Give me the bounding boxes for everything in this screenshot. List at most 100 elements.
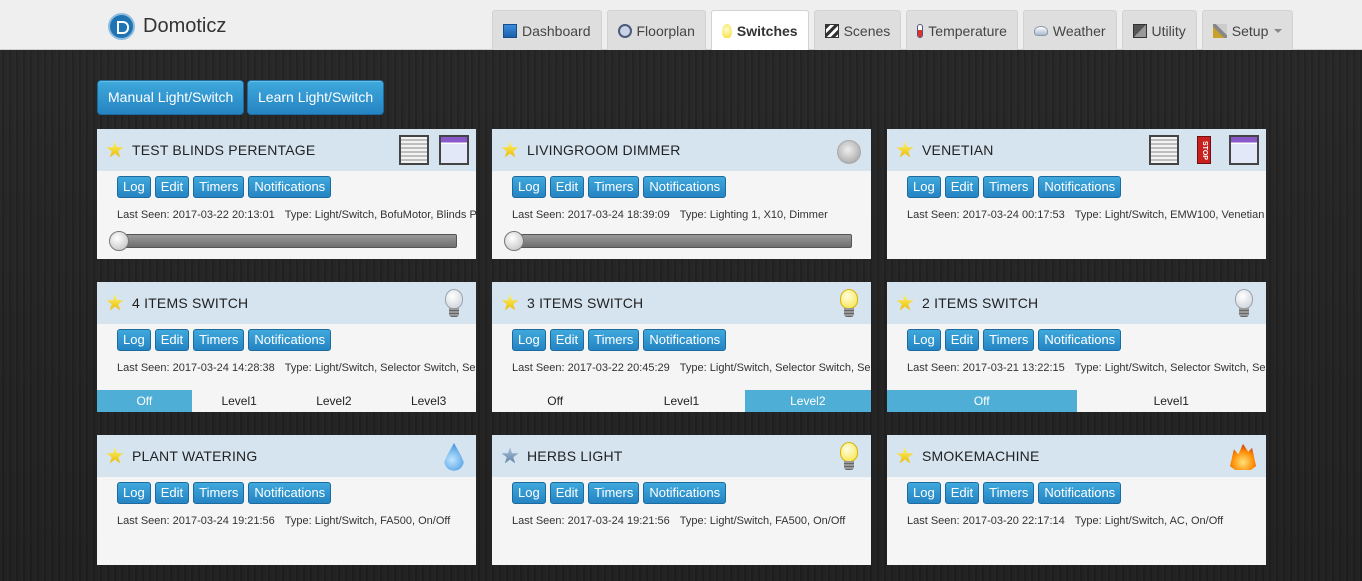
notifications-button[interactable]: Notifications [248,482,332,504]
favorite-star-icon[interactable] [501,447,519,464]
device-type: Type: Light/Switch, BofuMotor, Blinds Pe… [284,209,476,221]
timers-button[interactable]: Timers [588,329,640,351]
notifications-button[interactable]: Notifications [1038,329,1122,351]
edit-button[interactable]: Edit [549,176,585,198]
timers-button[interactable]: Timers [983,482,1035,504]
timers-button[interactable]: Timers [193,482,245,504]
learn-light-switch-button[interactable]: Learn Light/Switch [247,80,385,115]
edit-button[interactable]: Edit [944,329,980,351]
level-option-2[interactable]: Level2 [744,390,871,412]
favorite-star-icon[interactable] [896,141,914,158]
edit-button[interactable]: Edit [154,482,190,504]
level-option-1[interactable]: Level1 [618,390,744,412]
tab-weather[interactable]: Weather [1022,10,1117,50]
log-button[interactable]: Log [512,176,546,198]
edit-button[interactable]: Edit [944,176,980,198]
timers-button[interactable]: Timers [588,176,640,198]
app-logo[interactable]: Domoticz [108,13,226,40]
bulb-on-icon[interactable] [839,442,859,472]
level-option-3[interactable]: Level3 [381,390,476,412]
favorite-star-icon[interactable] [501,294,519,311]
slider-handle[interactable] [109,231,129,251]
level-option-2[interactable]: Level2 [287,390,382,412]
dimmer-icon[interactable] [837,140,861,164]
tab-switches[interactable]: Switches [710,10,809,50]
last-seen: Last Seen: 2017-03-24 19:21:56 [512,515,670,527]
device-status: Last Seen: 2017-03-24 00:17:53 Type: Ligh… [907,209,1266,221]
edit-button[interactable]: Edit [154,329,190,351]
notifications-button[interactable]: Notifications [248,176,332,198]
edit-button[interactable]: Edit [549,482,585,504]
dimmer-slider[interactable] [504,231,852,251]
tab-floorplan[interactable]: Floorplan [606,10,706,50]
tab-utility[interactable]: Utility [1121,10,1197,50]
bulb-off-icon[interactable] [444,289,464,319]
blinds-closed-icon[interactable] [399,135,429,165]
tab-scenes[interactable]: Scenes [813,10,902,50]
log-button[interactable]: Log [117,176,151,198]
timers-button[interactable]: Timers [588,482,640,504]
log-button[interactable]: Log [512,329,546,351]
level-option-off[interactable]: Off [97,390,192,412]
bulb-icon [721,23,732,38]
cloud-icon [1033,25,1048,36]
notifications-button[interactable]: Notifications [1038,482,1122,504]
manual-light-switch-button[interactable]: Manual Light/Switch [97,80,245,115]
favorite-star-icon[interactable] [896,294,914,311]
notifications-button[interactable]: Notifications [643,176,727,198]
device-button-row: Log Edit Timers Notifications [117,482,335,504]
level-option-1[interactable]: Level1 [1077,390,1267,412]
selector-levels: Off Level1 Level2 [492,390,871,412]
level-option-off[interactable]: Off [887,390,1077,412]
log-button[interactable]: Log [907,482,941,504]
favorite-star-icon[interactable] [106,294,124,311]
favorite-star-icon[interactable] [896,447,914,464]
favorite-star-icon[interactable] [106,141,124,158]
tab-setup[interactable]: Setup [1201,10,1294,50]
card-header: VENETIAN STOP [887,129,1266,171]
slider-handle[interactable] [504,231,524,251]
timers-button[interactable]: Timers [983,176,1035,198]
device-name: 3 ITEMS SWITCH [527,295,644,311]
log-button[interactable]: Log [907,329,941,351]
device-card-4-items-switch: 4 ITEMS SWITCH Log Edit Timers Notificat… [97,282,476,412]
timers-button[interactable]: Timers [193,329,245,351]
bulb-on-icon[interactable] [839,289,859,319]
level-slider[interactable] [109,231,457,251]
notifications-button[interactable]: Notifications [1038,176,1122,198]
fire-icon[interactable] [1230,444,1256,470]
log-button[interactable]: Log [512,482,546,504]
card-header: 2 ITEMS SWITCH [887,282,1266,324]
device-type: Type: Light/Switch, Selector Switch, Sel… [284,362,476,374]
tab-temperature[interactable]: Temperature [906,10,1018,50]
last-seen: Last Seen: 2017-03-24 00:17:53 [907,209,1065,221]
notifications-button[interactable]: Notifications [248,329,332,351]
log-button[interactable]: Log [117,482,151,504]
level-option-off[interactable]: Off [492,390,618,412]
edit-button[interactable]: Edit [944,482,980,504]
device-status: Last Seen: 2017-03-24 14:28:38 Type: Ligh… [117,362,476,374]
water-drop-icon[interactable] [444,443,464,471]
log-button[interactable]: Log [117,329,151,351]
level-option-1[interactable]: Level1 [192,390,287,412]
last-seen: Last Seen: 2017-03-22 20:45:29 [512,362,670,374]
notifications-button[interactable]: Notifications [643,482,727,504]
notifications-button[interactable]: Notifications [643,329,727,351]
blinds-closed-icon[interactable] [1149,135,1179,165]
card-header: 4 ITEMS SWITCH [97,282,476,324]
device-card-plant-watering: PLANT WATERING Log Edit Timers Notificat… [97,435,476,565]
bulb-off-icon[interactable] [1234,289,1254,319]
edit-button[interactable]: Edit [549,329,585,351]
blinds-open-icon[interactable] [439,135,469,165]
last-seen: Last Seen: 2017-03-20 22:17:14 [907,515,1065,527]
device-name: 2 ITEMS SWITCH [922,295,1039,311]
tab-dashboard[interactable]: Dashboard [492,10,602,50]
timers-button[interactable]: Timers [193,176,245,198]
stop-icon[interactable]: STOP [1197,136,1211,164]
log-button[interactable]: Log [907,176,941,198]
edit-button[interactable]: Edit [154,176,190,198]
timers-button[interactable]: Timers [983,329,1035,351]
favorite-star-icon[interactable] [501,141,519,158]
favorite-star-icon[interactable] [106,447,124,464]
blinds-open-icon[interactable] [1229,135,1259,165]
